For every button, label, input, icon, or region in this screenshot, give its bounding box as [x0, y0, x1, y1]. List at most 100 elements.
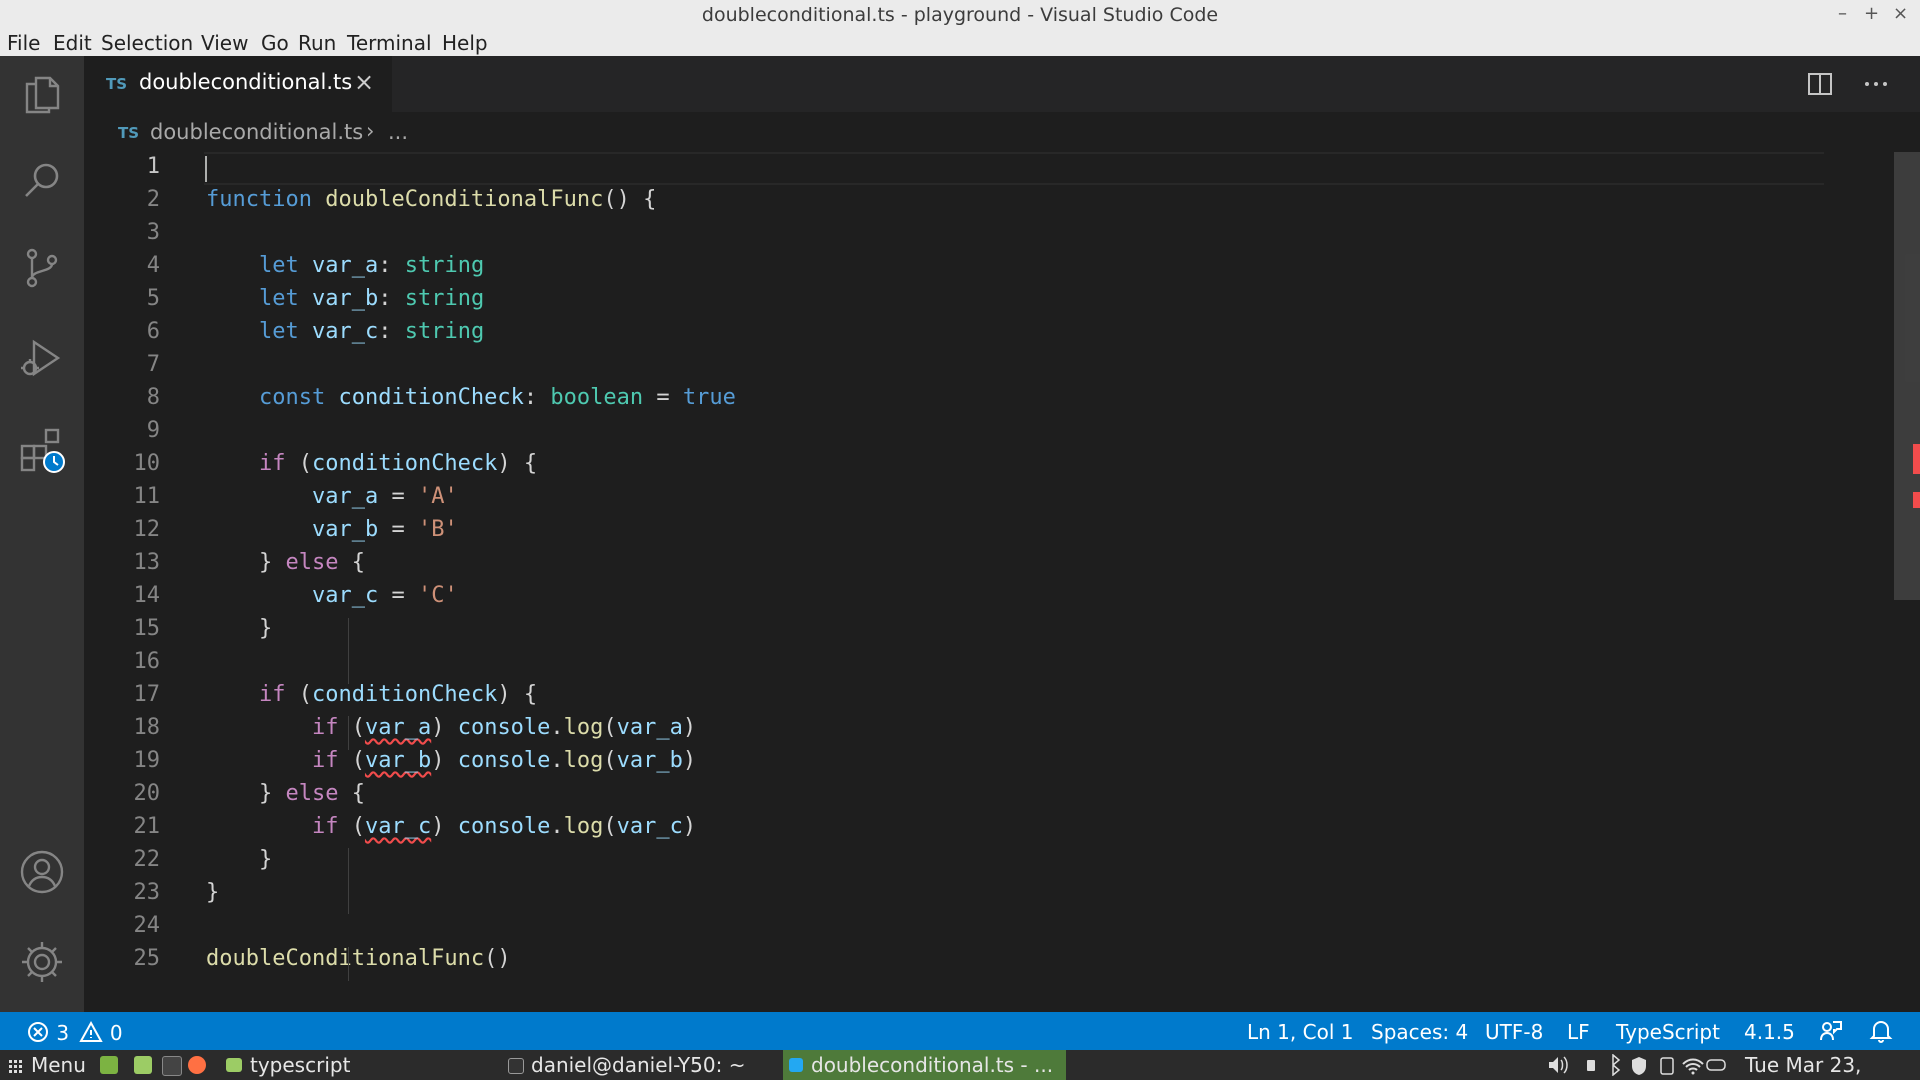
code-line[interactable]: } else { [206, 550, 365, 575]
code-token: . [550, 814, 564, 839]
code-token: log [563, 814, 604, 839]
problems-indicator[interactable]: 3 0 [26, 1020, 123, 1045]
code-line[interactable]: const conditionCheck: boolean = true [206, 385, 736, 410]
menu-view[interactable]: View [201, 31, 248, 55]
breadcrumb: TS doubleconditional.ts › ... [84, 112, 1920, 152]
code-line[interactable]: if (var_b) console.log(var_b) [206, 748, 696, 773]
start-menu-button[interactable]: Menu [31, 1053, 86, 1077]
code-line[interactable]: doubleConditionalFunc() [206, 946, 511, 971]
notifications-bell-icon[interactable] [1868, 1018, 1894, 1049]
code-token: ( [338, 715, 365, 740]
code-editor[interactable]: 1 2 3 4 5 6 7 8 9 10 11 12 13 14 15 16 17 18 19 20 21 22 23 24 2… [84, 152, 1920, 1012]
code-token: conditionCheck [311, 451, 498, 476]
system-clock[interactable]: Tue Mar 23, 18:20 [1745, 1053, 1920, 1080]
line-number: 11 [133, 484, 161, 509]
maximize-button[interactable]: + [1864, 3, 1879, 24]
code-line[interactable]: var_b = 'B' [206, 517, 458, 542]
code-token: ( [285, 682, 312, 707]
extensions-icon[interactable] [18, 426, 66, 474]
encoding-setting[interactable]: UTF-8 [1485, 1020, 1543, 1044]
menu-help[interactable]: Help [442, 31, 488, 55]
code-token: } [206, 880, 220, 905]
code-token: { [338, 781, 365, 806]
code-line[interactable]: } [206, 616, 272, 641]
code-token: } [206, 847, 273, 872]
more-actions-icon[interactable] [1862, 70, 1890, 102]
line-number: 15 [133, 616, 161, 641]
code-line[interactable]: } [206, 847, 272, 872]
indent-guide [348, 716, 349, 750]
code-line[interactable]: } else { [206, 781, 365, 806]
code-line[interactable]: if (conditionCheck) { [206, 451, 537, 476]
minimize-button[interactable]: – [1838, 3, 1847, 24]
vertical-scrollbar[interactable] [1894, 152, 1920, 600]
code-token: string [404, 253, 485, 278]
code-line[interactable]: var_a = 'A' [206, 484, 458, 509]
close-tab-icon[interactable]: × [354, 68, 374, 96]
typescript-version[interactable]: 4.1.5 [1744, 1020, 1795, 1044]
breadcrumb-symbols[interactable]: ... [388, 120, 408, 144]
code-token: var_a [616, 715, 683, 740]
tab-label: doubleconditional.ts [139, 70, 353, 94]
run-debug-icon[interactable] [18, 334, 66, 382]
code-token: { [338, 550, 365, 575]
eol-setting[interactable]: LF [1567, 1020, 1590, 1044]
feedback-icon[interactable] [1818, 1018, 1844, 1049]
language-mode[interactable]: TypeScript [1616, 1020, 1720, 1044]
breadcrumb-file[interactable]: doubleconditional.ts [150, 120, 363, 144]
show-desktop-icon[interactable] [100, 1056, 118, 1074]
folder-icon [226, 1058, 242, 1072]
menu-run[interactable]: Run [298, 31, 336, 55]
menu-terminal[interactable]: Terminal [347, 31, 432, 55]
accounts-icon[interactable] [18, 848, 66, 896]
files-icon[interactable] [134, 1056, 152, 1074]
line-number: 12 [133, 517, 161, 542]
menu-selection[interactable]: Selection [101, 31, 193, 55]
explorer-icon[interactable] [18, 70, 66, 118]
line-number: 21 [133, 814, 161, 839]
code-line[interactable]: var_c = 'C' [206, 583, 458, 608]
search-icon[interactable] [18, 156, 66, 204]
code-line[interactable]: let var_a: string [206, 253, 484, 278]
code-line[interactable]: function doubleConditionalFunc() { [206, 187, 656, 212]
firefox-icon[interactable] [188, 1056, 206, 1074]
code-token: () [484, 946, 511, 971]
indentation-setting[interactable]: Spaces: 4 [1371, 1020, 1468, 1044]
indent-guide [348, 618, 349, 684]
code-token: if [258, 682, 286, 707]
code-line[interactable]: let var_b: string [206, 286, 484, 311]
code-token: } [206, 550, 286, 575]
taskbar-vscode-window[interactable]: doubleconditional.ts - ... [783, 1050, 1066, 1080]
cursor-position[interactable]: Ln 1, Col 1 [1247, 1020, 1353, 1044]
app-grid-icon[interactable] [8, 1056, 24, 1080]
code-token: ( [603, 748, 617, 773]
taskbar-folder-window[interactable]: typescript [250, 1053, 350, 1077]
code-line[interactable]: if (conditionCheck) { [206, 682, 537, 707]
window-title: doubleconditional.ts - playground - Visu… [701, 4, 1219, 26]
code-line[interactable]: let var_c: string [206, 319, 484, 344]
code-line[interactable]: if (var_c) console.log(var_c) [206, 814, 696, 839]
activity-bar [0, 56, 84, 1012]
menu-file[interactable]: File [7, 31, 40, 55]
code-line[interactable]: if (var_a) console.log(var_a) [206, 715, 696, 740]
close-window-button[interactable]: × [1893, 3, 1908, 24]
menu-edit[interactable]: Edit [53, 31, 92, 55]
split-editor-icon[interactable] [1806, 70, 1834, 102]
taskbar-terminal-window[interactable]: daniel@daniel-Y50: ~ [531, 1053, 745, 1077]
menu-go[interactable]: Go [261, 31, 289, 55]
terminal-launcher-icon[interactable] [162, 1056, 182, 1076]
tab-doubleconditional[interactable]: TS doubleconditional.ts × [84, 56, 392, 112]
source-control-icon[interactable] [18, 244, 66, 292]
line-number: 10 [133, 451, 161, 476]
code-token: : [378, 286, 405, 311]
settings-gear-icon[interactable] [18, 938, 66, 986]
code-line[interactable]: } [206, 880, 219, 905]
indent-guide [348, 947, 349, 981]
